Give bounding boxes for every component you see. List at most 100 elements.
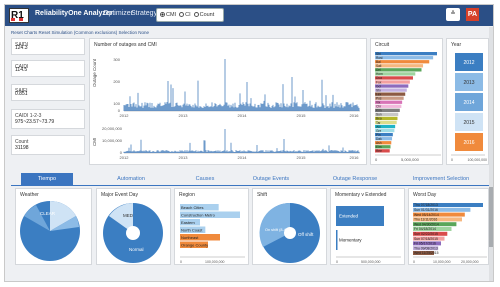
radio-cmi[interactable]: CMI <box>160 12 176 18</box>
metric-value: 975~23.57~73.79 <box>15 119 55 125</box>
timeline-x-tick: 2014 <box>238 113 248 118</box>
circuit-panel: Circuit Shi Rost Bal Sali Del Hom Dua Fox Gol Sto… <box>370 38 443 165</box>
radio-ci-dot[interactable] <box>179 12 185 18</box>
year-chart[interactable]: 2012 2013 2014 2015 2016 0 100,000,000 <box>447 39 490 166</box>
metric-card-caidi: CAIDI 114.5 <box>11 60 85 77</box>
metric-value: 0.851 <box>15 91 28 97</box>
timeline-outage-series <box>123 59 360 111</box>
region-x-tick: 100,000,000 <box>205 260 225 264</box>
worst-day-bar-label: Fri 05/17/2016 <box>414 242 436 246</box>
worst-day-panel: Worst Day Thu 07/18/2013 Sun 01/31/2016 We… <box>408 188 489 265</box>
nav-strategy[interactable]: Strategy <box>131 10 157 17</box>
timeline-x-tick: 2014 <box>238 155 248 160</box>
timeline-upper-tick: 200 <box>113 79 120 84</box>
momentary-bar <box>336 230 338 250</box>
region-bar-label: North Coast <box>181 227 203 232</box>
worst-day-x-tick: 20,000,000 <box>461 260 479 264</box>
timeline-lower-ylabel: CMI <box>92 138 97 146</box>
region-bar-label: Construction Metro <box>181 212 216 217</box>
region-x-tick: 0 <box>180 260 182 264</box>
momentary-x-tick: 500,000,000 <box>361 260 381 264</box>
worst-day-bar-label: Thu 07/18/2013 <box>414 203 438 207</box>
worst-day-chart[interactable]: Thu 07/18/2013Sun 01/31/2016Wed 05/14/20… <box>409 189 490 266</box>
shift-label-on: On shift (8-4pm) <box>265 228 293 232</box>
timeline-upper-tick: 300 <box>113 57 120 62</box>
shift-panel: Shift On shift (8-4pm) Off shift <box>252 188 327 265</box>
worst-day-bar-label: Sun 02/22/2015 <box>414 232 438 236</box>
worst-day-bar-label: Sun 07/18/2015 <box>414 237 438 241</box>
radio-ci[interactable]: CI <box>179 12 191 18</box>
radio-count[interactable]: Count <box>193 12 214 18</box>
year-panel: Year 2012 2013 2014 2015 2016 0 100,000,000 <box>446 38 489 165</box>
radio-count-dot[interactable] <box>193 12 199 18</box>
timeline-lower-tick: 20,000,000 <box>102 126 123 131</box>
year-bar-label: 2015 <box>463 120 474 126</box>
worst-day-bar-label: Sun 01/31/2016 <box>414 208 438 212</box>
timeline-cmi-series <box>123 129 360 153</box>
circuit-bar <box>375 68 422 72</box>
year-bar-label: 2014 <box>463 100 474 106</box>
tab-underline <box>11 185 489 186</box>
timeline-upper-tick: 100 <box>113 101 120 106</box>
nav-optimizer[interactable]: Optimizer <box>103 10 133 17</box>
worst-day-bar-label: Thu 11/11/2016 <box>414 218 437 222</box>
region-bar-label: Orange County <box>181 242 208 247</box>
logo-stripes <box>11 18 27 21</box>
timeline-chart[interactable]: Outage Count CMI 300 200 100 0 20,000,00… <box>90 39 368 166</box>
metric-card-count: Count 31198 <box>11 135 85 155</box>
circuit-bar-label: Ree <box>376 149 382 153</box>
metric-radio-group: CMI CI Count <box>156 8 224 22</box>
top-bar: R1 ReliabilityOne Analyzer Optimizer Str… <box>5 5 493 26</box>
shift-donut[interactable]: On shift (8-4pm) Off shift <box>253 189 328 266</box>
metric-card-caidi-123: CAIDI 1-2-3 975~23.57~73.79 <box>11 109 85 129</box>
year-bar-label: 2013 <box>463 80 474 86</box>
momentary-bar-label: Momentary <box>339 238 362 243</box>
major-event-label-med: MED <box>123 213 134 218</box>
year-axis-tick: 100,000,000 <box>468 158 488 162</box>
timeline-x-tick: 2012 <box>120 113 130 118</box>
circuit-x-tick: 0 <box>375 157 378 162</box>
timeline-x-tick: 2013 <box>179 113 189 118</box>
region-bar-label: Beach Cities <box>181 205 203 210</box>
worst-day-x-tick: 10,000,000 <box>433 260 451 264</box>
radio-ci-label: CI <box>185 12 191 18</box>
circuit-bar <box>375 52 437 56</box>
metric-value: 31198 <box>15 145 29 151</box>
worst-day-bar-label: Thu 09/08/2013 <box>414 246 438 250</box>
year-bar-label: 2012 <box>463 60 474 66</box>
double-chevron-down-icon[interactable]: ≛ <box>446 8 460 21</box>
breadcrumb[interactable]: Reset Charts Reset Simulation (Common ex… <box>11 30 149 35</box>
year-axis-tick: 0 <box>451 158 453 162</box>
major-event-donut[interactable]: MED Normal <box>97 189 172 266</box>
weather-panel: Weather CLEAR <box>15 188 92 265</box>
region-bar-label: Eastern <box>181 220 195 225</box>
circuit-chart[interactable]: ShiRostBalSaliDelHomDuaFoxGolStoLexPosVi… <box>371 39 444 166</box>
worst-day-bar-label: Wed 11/25/2015 <box>414 251 439 255</box>
worst-day-x-tick: 0 <box>413 260 415 264</box>
major-event-panel: Major Event Day MED Normal <box>96 188 171 265</box>
momentary-chart[interactable]: Extended Momentary 0 500,000,000 <box>331 189 406 266</box>
region-chart[interactable]: Beach Cities Construction Metro Eastern Nor… <box>175 189 250 266</box>
shift-label-off: Off shift <box>298 232 314 237</box>
weather-pie[interactable]: CLEAR <box>16 189 93 266</box>
user-badge[interactable]: PA <box>466 8 479 21</box>
page-scrollbar[interactable] <box>489 27 493 281</box>
timeline-panel: Number of outages and CMI Outage Count C… <box>89 38 367 165</box>
momentary-panel: Momentary v Extended Extended Momentary 0… <box>330 188 405 265</box>
weather-slice-label: CLEAR <box>40 211 56 216</box>
timeline-x-tick: 2016 <box>350 113 360 118</box>
timeline-x-tick: 2015 <box>297 155 307 160</box>
app-window: R1 ReliabilityOne Analyzer Optimizer Str… <box>4 4 494 282</box>
timeline-lower-tick: 10,000,000 <box>102 138 123 143</box>
app-title[interactable]: ReliabilityOne Analyzer <box>35 10 113 17</box>
radio-cmi-dot[interactable] <box>160 12 165 18</box>
region-bar-label: Northeast <box>181 235 199 240</box>
scrollbar-thumb[interactable] <box>489 187 493 247</box>
circuit-bar <box>375 64 424 68</box>
timeline-x-tick: 2016 <box>350 155 360 160</box>
metric-value: 124.3 <box>15 45 28 51</box>
worst-day-bar-label: Wed 04/30/2014 <box>414 222 439 226</box>
metric-card-saifi: SAIFI 0.851 <box>11 84 85 101</box>
metric-card-saidi: SAIDI 124.3 <box>11 38 85 55</box>
logo: R1 <box>9 8 29 23</box>
